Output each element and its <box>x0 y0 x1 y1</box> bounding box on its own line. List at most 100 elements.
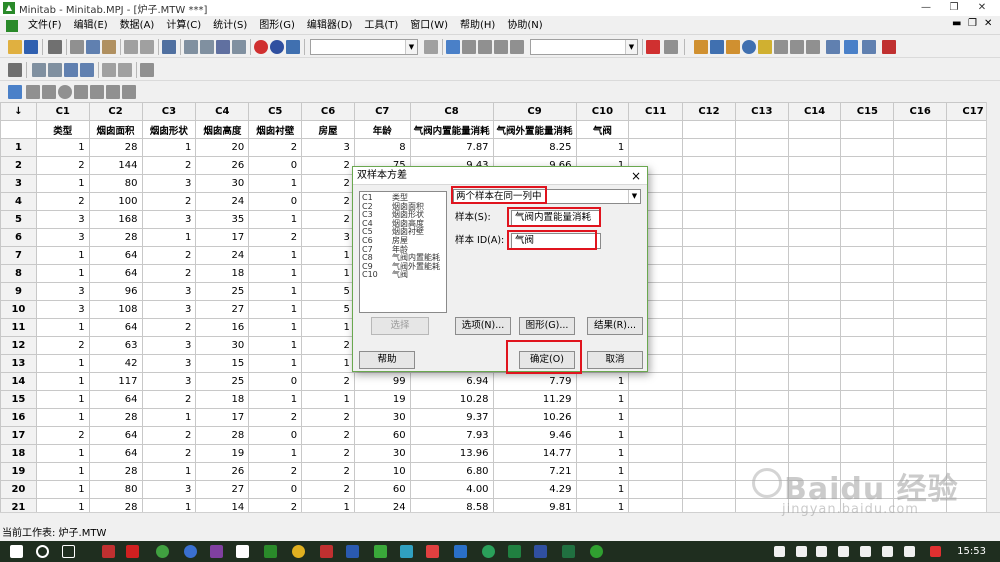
data-cell[interactable]: 1 <box>35 354 90 373</box>
data-cell[interactable]: 1 <box>248 174 303 193</box>
data-cell[interactable]: 26 <box>195 462 250 481</box>
clear-format-icon[interactable] <box>118 63 132 77</box>
data-cell[interactable] <box>628 462 684 481</box>
data-cell[interactable]: 1 <box>248 264 303 283</box>
polygon-tool-icon[interactable] <box>90 85 104 99</box>
data-cell[interactable]: 1 <box>35 318 90 337</box>
data-cell[interactable]: 2 <box>141 426 197 445</box>
row-header[interactable]: 5 <box>0 210 37 229</box>
data-cell[interactable]: 18 <box>195 390 250 409</box>
data-cell[interactable]: 9.46 <box>492 426 577 445</box>
column-name-cell[interactable]: 气阀外置能量消耗 <box>492 120 577 139</box>
data-cell[interactable]: 2 <box>35 336 90 355</box>
app-icon-9[interactable] <box>426 545 439 558</box>
data-cell[interactable] <box>840 228 895 247</box>
data-cell[interactable] <box>893 192 948 211</box>
data-cell[interactable]: 10 <box>353 462 411 481</box>
data-cell[interactable]: 1 <box>575 444 630 463</box>
mdi-minimize-icon[interactable]: ▬ <box>952 18 961 29</box>
app-icon-5[interactable] <box>264 545 277 558</box>
data-cell[interactable] <box>734 228 789 247</box>
data-cell[interactable]: 2 <box>141 318 197 337</box>
data-cell[interactable]: 64 <box>88 390 143 409</box>
sample-id-field[interactable]: 气阀 <box>511 233 601 249</box>
eraser-icon[interactable] <box>140 63 154 77</box>
data-cell[interactable]: 0 <box>248 426 303 445</box>
data-cell[interactable] <box>787 318 842 337</box>
row-header[interactable]: 18 <box>0 444 37 463</box>
data-cell[interactable]: 117 <box>88 372 143 391</box>
data-cell[interactable]: 6.80 <box>409 462 494 481</box>
data-cell[interactable]: 3 <box>141 480 197 499</box>
cancel-icon[interactable] <box>254 40 268 54</box>
battery-icon[interactable] <box>816 546 827 557</box>
column-name-cell[interactable] <box>893 120 948 139</box>
data-cell[interactable] <box>734 282 789 301</box>
data-cell[interactable]: 1 <box>35 246 90 265</box>
data-cell[interactable] <box>893 372 948 391</box>
data-cell[interactable]: 1 <box>301 246 355 265</box>
minimize-icon[interactable]: — <box>912 0 940 16</box>
data-cell[interactable]: 30 <box>195 336 250 355</box>
data-cell[interactable]: 35 <box>195 210 250 229</box>
data-cell[interactable]: 108 <box>88 300 143 319</box>
project-manager-icon[interactable] <box>726 40 740 54</box>
tray-icon-1[interactable] <box>860 546 871 557</box>
row-header[interactable]: 16 <box>0 408 37 427</box>
row-header[interactable]: 3 <box>0 174 37 193</box>
data-cell[interactable] <box>734 156 789 175</box>
data-cell[interactable]: 1 <box>141 498 197 512</box>
data-cell[interactable] <box>840 372 895 391</box>
data-cell[interactable]: 1 <box>248 300 303 319</box>
cancel-button[interactable]: 取消 <box>587 351 643 369</box>
data-cell[interactable]: 42 <box>88 354 143 373</box>
data-cell[interactable] <box>893 300 948 319</box>
insert-rows-icon[interactable] <box>200 40 214 54</box>
data-cell[interactable]: 3 <box>301 228 355 247</box>
excel-icon[interactable] <box>562 545 575 558</box>
data-cell[interactable]: 2 <box>301 408 355 427</box>
data-cell[interactable] <box>893 408 948 427</box>
data-cell[interactable] <box>893 138 948 157</box>
data-cell[interactable] <box>840 300 895 319</box>
column-header[interactable]: C1 <box>35 102 90 121</box>
data-cell[interactable]: 5 <box>301 282 355 301</box>
wechat-icon[interactable] <box>590 545 603 558</box>
session-window-icon[interactable] <box>694 40 708 54</box>
data-cell[interactable]: 1 <box>575 408 630 427</box>
data-cell[interactable] <box>682 372 736 391</box>
row-header[interactable]: 7 <box>0 246 37 265</box>
data-cell[interactable]: 2 <box>141 444 197 463</box>
data-cell[interactable]: 1 <box>248 390 303 409</box>
data-cell[interactable]: 16 <box>195 318 250 337</box>
data-cell[interactable] <box>734 264 789 283</box>
data-cell[interactable]: 1 <box>575 372 630 391</box>
column-header[interactable]: C6 <box>301 102 355 121</box>
keyboard-icon[interactable] <box>904 546 915 557</box>
data-cell[interactable]: 1 <box>141 462 197 481</box>
graphs-button[interactable]: 图形(G)... <box>519 317 575 335</box>
data-cell[interactable]: 14 <box>195 498 250 512</box>
app-icon-4[interactable] <box>184 545 197 558</box>
pencil-icon[interactable] <box>102 63 116 77</box>
data-cell[interactable]: 19 <box>353 390 411 409</box>
data-cell[interactable]: 13.96 <box>409 444 494 463</box>
data-cell[interactable] <box>840 426 895 445</box>
menu-help[interactable]: 帮助(H) <box>454 17 501 35</box>
data-cell[interactable]: 17 <box>195 228 250 247</box>
volume-icon[interactable] <box>838 546 849 557</box>
data-cell[interactable] <box>893 318 948 337</box>
data-cell[interactable] <box>682 480 736 499</box>
data-cell[interactable] <box>734 318 789 337</box>
column-name-cell[interactable] <box>628 120 684 139</box>
options-button[interactable]: 选项(N)... <box>455 317 511 335</box>
row-header[interactable]: 14 <box>0 372 37 391</box>
data-cell[interactable]: 14.77 <box>492 444 577 463</box>
redo-icon[interactable] <box>140 40 154 54</box>
data-cell[interactable]: 2 <box>141 192 197 211</box>
data-cell[interactable]: 0 <box>248 480 303 499</box>
data-cell[interactable]: 28 <box>88 498 143 512</box>
report-pad-icon[interactable] <box>790 40 804 54</box>
data-cell[interactable]: 0 <box>248 372 303 391</box>
data-cell[interactable]: 1 <box>575 462 630 481</box>
